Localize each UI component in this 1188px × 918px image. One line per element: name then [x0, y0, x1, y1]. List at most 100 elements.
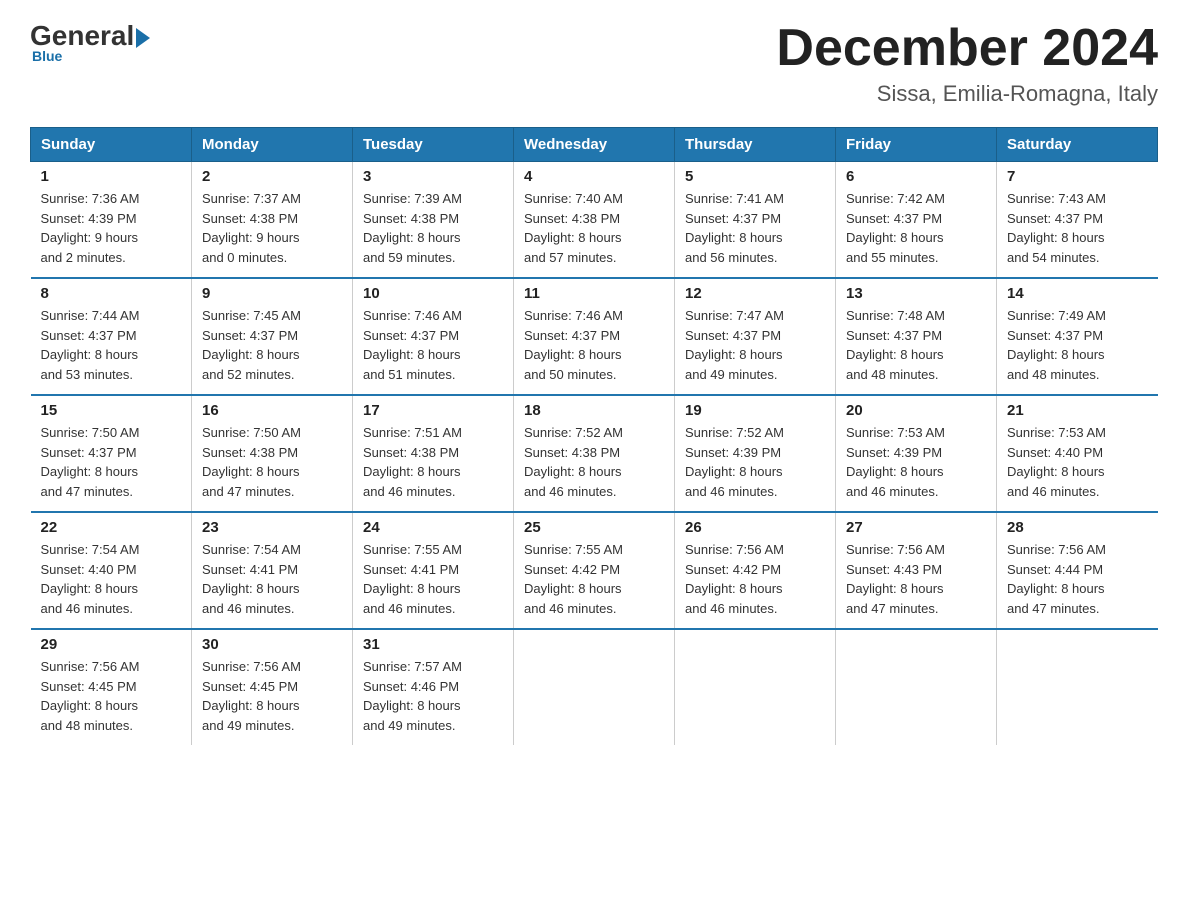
logo-blue-text: Blue [30, 48, 152, 64]
title-section: December 2024 Sissa, Emilia-Romagna, Ita… [776, 20, 1158, 107]
day-info: Sunrise: 7:37 AMSunset: 4:38 PMDaylight:… [202, 189, 342, 267]
day-info: Sunrise: 7:54 AMSunset: 4:41 PMDaylight:… [202, 540, 342, 618]
day-info: Sunrise: 7:45 AMSunset: 4:37 PMDaylight:… [202, 306, 342, 384]
day-info: Sunrise: 7:40 AMSunset: 4:38 PMDaylight:… [524, 189, 664, 267]
header-monday: Monday [192, 128, 353, 162]
header-sunday: Sunday [31, 128, 192, 162]
day-info: Sunrise: 7:48 AMSunset: 4:37 PMDaylight:… [846, 306, 986, 384]
header-saturday: Saturday [997, 128, 1158, 162]
day-info: Sunrise: 7:56 AMSunset: 4:42 PMDaylight:… [685, 540, 825, 618]
calendar-cell: 30 Sunrise: 7:56 AMSunset: 4:45 PMDayligh… [192, 629, 353, 745]
header-friday: Friday [836, 128, 997, 162]
day-info: Sunrise: 7:51 AMSunset: 4:38 PMDaylight:… [363, 423, 503, 501]
calendar-cell: 6Sunrise: 7:42 AMSunset: 4:37 PMDaylight… [836, 162, 997, 279]
calendar-cell: 18 Sunrise: 7:52 AMSunset: 4:38 PMDayligh… [514, 395, 675, 512]
calendar-cell: 19 Sunrise: 7:52 AMSunset: 4:39 PMDayligh… [675, 395, 836, 512]
calendar-cell: 3 Sunrise: 7:39 AMSunset: 4:38 PMDaylight… [353, 162, 514, 279]
day-info: Sunrise: 7:53 AMSunset: 4:39 PMDaylight:… [846, 423, 986, 501]
day-info: Sunrise: 7:52 AMSunset: 4:38 PMDaylight:… [524, 423, 664, 501]
day-number: 10 [363, 285, 503, 302]
day-number: 5 [685, 168, 825, 185]
day-info: Sunrise: 7:56 AMSunset: 4:43 PMDaylight:… [846, 540, 986, 618]
header-thursday: Thursday [675, 128, 836, 162]
calendar-cell: 29 Sunrise: 7:56 AMSunset: 4:45 PMDayligh… [31, 629, 192, 745]
day-info: Sunrise: 7:56 AMSunset: 4:45 PMDaylight:… [202, 657, 342, 735]
day-info: Sunrise: 7:52 AMSunset: 4:39 PMDaylight:… [685, 423, 825, 501]
page-header: General Blue December 2024 Sissa, Emilia… [30, 20, 1158, 107]
calendar-cell: 21Sunrise: 7:53 AMSunset: 4:40 PMDayligh… [997, 395, 1158, 512]
calendar-table: SundayMondayTuesdayWednesdayThursdayFrid… [30, 127, 1158, 745]
day-info: Sunrise: 7:43 AMSunset: 4:37 PMDaylight:… [1007, 189, 1148, 267]
calendar-cell: 27 Sunrise: 7:56 AMSunset: 4:43 PMDayligh… [836, 512, 997, 629]
day-number: 26 [685, 519, 825, 536]
day-info: Sunrise: 7:47 AMSunset: 4:37 PMDaylight:… [685, 306, 825, 384]
day-info: Sunrise: 7:56 AMSunset: 4:45 PMDaylight:… [41, 657, 182, 735]
day-number: 14 [1007, 285, 1148, 302]
calendar-cell: 16Sunrise: 7:50 AMSunset: 4:38 PMDayligh… [192, 395, 353, 512]
day-number: 21 [1007, 402, 1148, 419]
calendar-cell: 10Sunrise: 7:46 AMSunset: 4:37 PMDayligh… [353, 278, 514, 395]
day-number: 24 [363, 519, 503, 536]
day-number: 18 [524, 402, 664, 419]
calendar-cell: 23 Sunrise: 7:54 AMSunset: 4:41 PMDayligh… [192, 512, 353, 629]
day-info: Sunrise: 7:39 AMSunset: 4:38 PMDaylight:… [363, 189, 503, 267]
logo-arrow-icon [136, 28, 150, 48]
day-number: 8 [41, 285, 182, 302]
day-info: Sunrise: 7:44 AMSunset: 4:37 PMDaylight:… [41, 306, 182, 384]
calendar-cell: 8 Sunrise: 7:44 AMSunset: 4:37 PMDaylight… [31, 278, 192, 395]
day-number: 12 [685, 285, 825, 302]
day-number: 15 [41, 402, 182, 419]
day-number: 28 [1007, 519, 1148, 536]
header-tuesday: Tuesday [353, 128, 514, 162]
week-row-2: 8 Sunrise: 7:44 AMSunset: 4:37 PMDaylight… [31, 278, 1158, 395]
calendar-cell: 2Sunrise: 7:37 AMSunset: 4:38 PMDaylight… [192, 162, 353, 279]
day-number: 22 [41, 519, 182, 536]
calendar-cell: 13Sunrise: 7:48 AMSunset: 4:37 PMDayligh… [836, 278, 997, 395]
day-number: 3 [363, 168, 503, 185]
week-row-3: 15 Sunrise: 7:50 AMSunset: 4:37 PMDayligh… [31, 395, 1158, 512]
day-number: 20 [846, 402, 986, 419]
day-info: Sunrise: 7:49 AMSunset: 4:37 PMDaylight:… [1007, 306, 1148, 384]
day-info: Sunrise: 7:57 AMSunset: 4:46 PMDaylight:… [363, 657, 503, 735]
week-row-1: 1Sunrise: 7:36 AMSunset: 4:39 PMDaylight… [31, 162, 1158, 279]
week-row-4: 22 Sunrise: 7:54 AMSunset: 4:40 PMDayligh… [31, 512, 1158, 629]
day-number: 1 [41, 168, 182, 185]
calendar-cell: 20 Sunrise: 7:53 AMSunset: 4:39 PMDayligh… [836, 395, 997, 512]
day-number: 30 [202, 636, 342, 653]
day-info: Sunrise: 7:55 AMSunset: 4:42 PMDaylight:… [524, 540, 664, 618]
day-number: 9 [202, 285, 342, 302]
calendar-cell: 4Sunrise: 7:40 AMSunset: 4:38 PMDaylight… [514, 162, 675, 279]
calendar-cell: 31Sunrise: 7:57 AMSunset: 4:46 PMDayligh… [353, 629, 514, 745]
day-info: Sunrise: 7:50 AMSunset: 4:37 PMDaylight:… [41, 423, 182, 501]
calendar-cell: 28 Sunrise: 7:56 AMSunset: 4:44 PMDayligh… [997, 512, 1158, 629]
calendar-cell: 25 Sunrise: 7:55 AMSunset: 4:42 PMDayligh… [514, 512, 675, 629]
calendar-cell: 5 Sunrise: 7:41 AMSunset: 4:37 PMDaylight… [675, 162, 836, 279]
calendar-cell: 12 Sunrise: 7:47 AMSunset: 4:37 PMDayligh… [675, 278, 836, 395]
calendar-cell: 11Sunrise: 7:46 AMSunset: 4:37 PMDayligh… [514, 278, 675, 395]
calendar-cell: 14 Sunrise: 7:49 AMSunset: 4:37 PMDayligh… [997, 278, 1158, 395]
calendar-cell [675, 629, 836, 745]
day-number: 6 [846, 168, 986, 185]
day-number: 27 [846, 519, 986, 536]
day-number: 19 [685, 402, 825, 419]
calendar-cell: 17 Sunrise: 7:51 AMSunset: 4:38 PMDayligh… [353, 395, 514, 512]
day-info: Sunrise: 7:41 AMSunset: 4:37 PMDaylight:… [685, 189, 825, 267]
day-info: Sunrise: 7:46 AMSunset: 4:37 PMDaylight:… [524, 306, 664, 384]
calendar-cell: 7Sunrise: 7:43 AMSunset: 4:37 PMDaylight… [997, 162, 1158, 279]
calendar-cell: 15 Sunrise: 7:50 AMSunset: 4:37 PMDayligh… [31, 395, 192, 512]
day-info: Sunrise: 7:56 AMSunset: 4:44 PMDaylight:… [1007, 540, 1148, 618]
calendar-cell: 24 Sunrise: 7:55 AMSunset: 4:41 PMDayligh… [353, 512, 514, 629]
calendar-cell [514, 629, 675, 745]
day-number: 23 [202, 519, 342, 536]
day-number: 29 [41, 636, 182, 653]
calendar-cell: 9 Sunrise: 7:45 AMSunset: 4:37 PMDaylight… [192, 278, 353, 395]
calendar-cell: 1Sunrise: 7:36 AMSunset: 4:39 PMDaylight… [31, 162, 192, 279]
calendar-cell [997, 629, 1158, 745]
day-number: 17 [363, 402, 503, 419]
calendar-cell [836, 629, 997, 745]
day-number: 25 [524, 519, 664, 536]
day-info: Sunrise: 7:54 AMSunset: 4:40 PMDaylight:… [41, 540, 182, 618]
calendar-cell: 22 Sunrise: 7:54 AMSunset: 4:40 PMDayligh… [31, 512, 192, 629]
weekday-header-row: SundayMondayTuesdayWednesdayThursdayFrid… [31, 128, 1158, 162]
day-info: Sunrise: 7:55 AMSunset: 4:41 PMDaylight:… [363, 540, 503, 618]
